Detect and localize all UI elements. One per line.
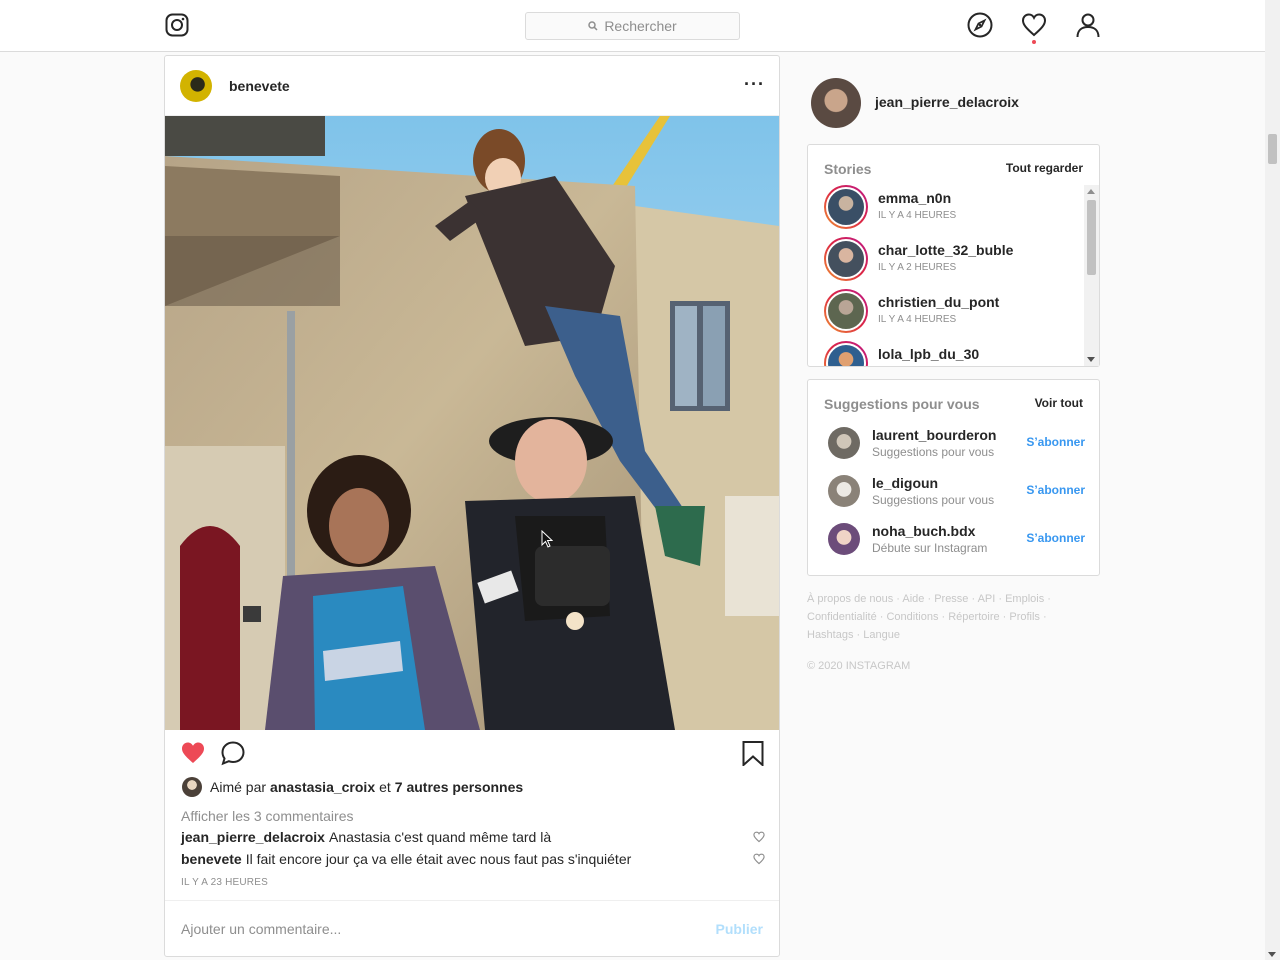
scroll-thumb[interactable] (1087, 200, 1096, 275)
comment-row: benevete Il fait encore jour ça va elle é… (181, 850, 765, 868)
comment-username[interactable]: benevete (181, 851, 242, 867)
story-time: IL Y A 4 HEURES (878, 210, 957, 221)
stories-list[interactable]: emma_n0n IL Y A 4 HEURES char_lotte_32_b… (808, 185, 1085, 366)
story-ring (824, 341, 868, 366)
notification-dot (1032, 40, 1036, 44)
stories-see-all-link[interactable]: Tout regarder (1006, 161, 1083, 175)
search-input[interactable]: Rechercher (525, 12, 740, 40)
post-header: benevete ··· (165, 56, 779, 116)
scroll-down-arrow-icon[interactable] (1087, 357, 1095, 362)
comment-like-heart-icon[interactable] (753, 831, 765, 843)
page-scrollbar[interactable] (1265, 0, 1280, 960)
comment-like-heart-icon[interactable] (753, 853, 765, 865)
current-user: jean_pierre_delacroix (811, 78, 1101, 128)
mouse-cursor-icon (541, 530, 553, 548)
story-item[interactable]: emma_n0n IL Y A 4 HEURES (824, 185, 1084, 229)
story-time: IL Y A 4 HEURES (878, 314, 957, 325)
footer-links-line[interactable]: Confidentialité · Conditions · Répertoir… (807, 608, 1067, 626)
suggestions-panel: Suggestions pour vous Voir tout laurent_… (807, 379, 1100, 576)
post-author-avatar[interactable] (180, 70, 212, 102)
publish-button[interactable]: Publier (716, 921, 763, 937)
scroll-down-arrow-icon[interactable] (1268, 952, 1276, 957)
comment-username[interactable]: jean_pierre_delacroix (181, 829, 325, 845)
more-options-icon[interactable]: ··· (744, 74, 765, 95)
post-timestamp[interactable]: IL Y A 23 HEURES (181, 877, 268, 888)
suggestion-reason: Suggestions pour vous (872, 445, 995, 459)
comment-input[interactable]: Ajouter un commentaire... (181, 921, 341, 937)
feed-post: benevete ··· Aimé par anastasia_croix et… (164, 55, 780, 957)
scroll-up-arrow-icon[interactable] (1087, 189, 1095, 194)
explore-compass-icon[interactable] (967, 12, 993, 38)
suggestion-avatar[interactable] (828, 475, 860, 507)
suggestion-reason: Débute sur Instagram (872, 541, 988, 555)
save-bookmark-icon[interactable] (740, 740, 766, 766)
story-item[interactable]: lola_lpb_du_30 (824, 341, 1084, 366)
story-username: char_lotte_32_buble (878, 242, 1014, 258)
post-actions (165, 740, 779, 770)
suggestion-item: laurent_bourderon Suggestions pour vous … (828, 427, 1085, 461)
comment-row: jean_pierre_delacroix Anastasia c'est qua… (181, 828, 765, 846)
likes-conj: et (379, 779, 391, 795)
story-item[interactable]: char_lotte_32_buble IL Y A 2 HEURES (824, 237, 1084, 281)
stories-title: Stories (824, 161, 872, 177)
comment-text: Anastasia c'est quand même tard là (328, 829, 552, 845)
top-navigation-bar: Rechercher (0, 0, 1265, 52)
instagram-logo-icon[interactable] (165, 13, 189, 37)
comment-bubble-icon[interactable] (220, 740, 246, 766)
stories-panel: Stories Tout regarder emma_n0n IL Y A 4 … (807, 144, 1100, 367)
suggestions-see-all-link[interactable]: Voir tout (1035, 396, 1083, 410)
story-avatar (826, 343, 866, 366)
post-photo-illustration (165, 116, 779, 730)
liker-username[interactable]: anastasia_croix (270, 779, 375, 795)
footer-links-line[interactable]: Hashtags · Langue (807, 626, 1067, 644)
suggestion-username[interactable]: le_digoun (872, 475, 938, 491)
suggestion-item: noha_buch.bdx Débute sur Instagram S’abo… (828, 523, 1085, 557)
profile-icon[interactable] (1075, 12, 1101, 38)
follow-button[interactable]: S’abonner (1026, 483, 1085, 497)
story-username: lola_lpb_du_30 (878, 346, 980, 362)
story-time: IL Y A 2 HEURES (878, 262, 957, 273)
page-scroll-thumb[interactable] (1268, 134, 1277, 164)
likes-others[interactable]: 7 autres personnes (395, 779, 523, 795)
like-heart-icon[interactable] (180, 740, 206, 766)
footer-links-line[interactable]: À propos de nous · Aide · Presse · API ·… (807, 590, 1067, 608)
story-item[interactable]: christien_du_pont IL Y A 4 HEURES (824, 289, 1084, 333)
suggestions-title: Suggestions pour vous (824, 396, 980, 412)
stories-scrollbar[interactable] (1084, 185, 1099, 366)
likes-prefix: Aimé par (210, 779, 267, 795)
story-avatar (826, 291, 866, 331)
suggestion-avatar[interactable] (828, 523, 860, 555)
suggestion-username[interactable]: laurent_bourderon (872, 427, 996, 443)
story-username: emma_n0n (878, 190, 952, 206)
story-avatar (826, 187, 866, 227)
story-ring (824, 237, 868, 281)
follow-button[interactable]: S’abonner (1026, 435, 1085, 449)
suggestion-reason: Suggestions pour vous (872, 493, 995, 507)
search-icon (588, 21, 598, 31)
story-ring (824, 185, 868, 229)
add-comment-form: Ajouter un commentaire... Publier (165, 900, 779, 956)
follow-button[interactable]: S’abonner (1026, 531, 1085, 545)
suggestion-item: le_digoun Suggestions pour vous S’abonne… (828, 475, 1085, 509)
story-username: christien_du_pont (878, 294, 1000, 310)
story-ring (824, 289, 868, 333)
search-placeholder: Rechercher (604, 18, 677, 34)
post-photo[interactable] (165, 116, 779, 730)
activity-heart-icon[interactable] (1021, 12, 1047, 38)
comment-text: Il fait encore jour ça va elle était ave… (245, 851, 632, 867)
sidebar-footer-links: À propos de nous · Aide · Presse · API ·… (807, 590, 1067, 644)
story-avatar (826, 239, 866, 279)
liker-avatar (182, 777, 202, 797)
likes-summary[interactable]: Aimé par anastasia_croix et 7 autres per… (182, 776, 527, 798)
current-user-username[interactable]: jean_pierre_delacroix (875, 94, 1019, 110)
view-all-comments-link[interactable]: Afficher les 3 commentaires (181, 808, 353, 824)
copyright: © 2020 INSTAGRAM (807, 660, 911, 672)
post-author-username[interactable]: benevete (229, 78, 290, 94)
suggestion-avatar[interactable] (828, 427, 860, 459)
suggestion-username[interactable]: noha_buch.bdx (872, 523, 975, 539)
current-user-avatar[interactable] (811, 78, 861, 128)
